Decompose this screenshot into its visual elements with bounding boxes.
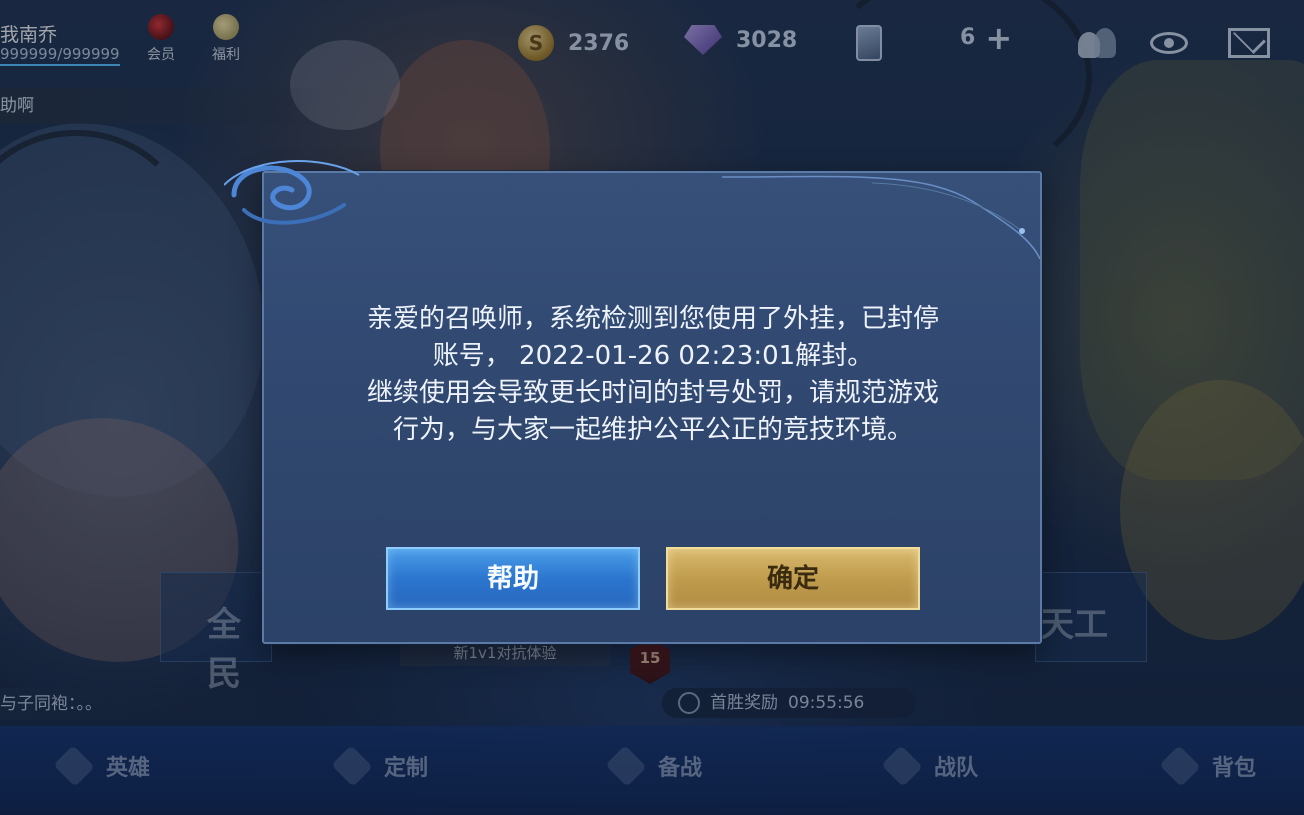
cloud-swirl-decoration — [224, 160, 360, 225]
ban-message-line: 行为，与大家一起维护公平公正的竞技环境。 — [392, 415, 913, 445]
ban-message-line: 亲爱的召唤师，系统检测到您使用了外挂，已封停 — [366, 304, 939, 334]
ban-message-line: 继续使用会导致更长时间的封号处罚，请规范游戏 — [366, 378, 939, 408]
help-button[interactable]: 帮助 — [386, 547, 640, 610]
line-swirl-decoration — [722, 175, 1041, 260]
ban-message-line: 账号， 2022-01-26 02:23:01解封。 — [432, 341, 874, 371]
confirm-button[interactable]: 确定 — [666, 547, 920, 610]
ban-message: 亲爱的召唤师，系统检测到您使用了外挂，已封停 账号， 2022-01-26 02… — [304, 301, 1002, 449]
ban-notice-dialog: 亲爱的召唤师，系统检测到您使用了外挂，已封停 账号， 2022-01-26 02… — [224, 160, 1042, 644]
